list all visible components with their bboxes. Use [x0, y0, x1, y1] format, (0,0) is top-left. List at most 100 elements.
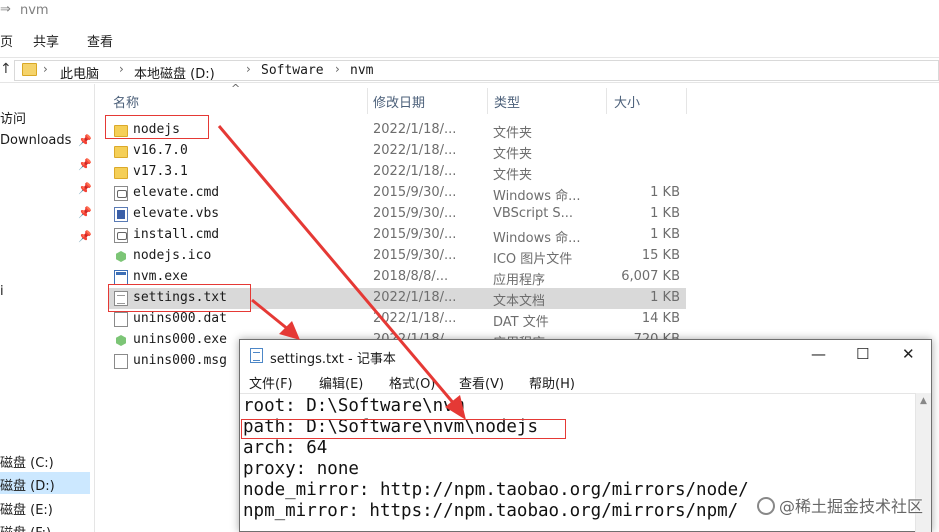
file-row[interactable]: v16.7.0 2022/1/18/... 文件夹 [108, 141, 686, 162]
file-row[interactable]: nodejs.ico 2015/9/30/... ICO 图片文件 15 KB [108, 246, 686, 267]
file-name: nodejs.ico [133, 248, 212, 263]
breadcrumb-this-pc[interactable]: 此电脑 [60, 63, 99, 82]
column-header-name[interactable]: 名称 [113, 92, 139, 114]
nav-item-drive-f[interactable]: 磁盘 (F:) [0, 522, 51, 532]
column-divider[interactable] [606, 88, 607, 114]
text-line-npm-mirror: npm_mirror: https://npm.taobao.org/mirro… [243, 501, 739, 521]
pin-icon: 📌 [78, 134, 92, 147]
menu-view[interactable]: 查看(V) [459, 373, 504, 392]
file-size: 1 KB [650, 185, 680, 200]
file-row[interactable]: v17.3.1 2022/1/18/... 文件夹 [108, 162, 686, 183]
menu-edit[interactable]: 编辑(E) [319, 373, 363, 392]
nav-item-partial[interactable]: i [0, 284, 4, 299]
nav-item-drive-e[interactable]: 磁盘 (E:) [0, 499, 53, 518]
up-arrow-icon[interactable]: ↑ [0, 61, 12, 77]
file-name: unins000.dat [133, 311, 227, 326]
scroll-up-icon[interactable]: ▲ [920, 396, 927, 406]
column-header-date[interactable]: 修改日期 [373, 92, 425, 114]
sort-ascending-icon: ^ [231, 82, 241, 95]
notepad-icon [250, 348, 263, 363]
pin-icon: 📌 [78, 182, 92, 195]
annotation-box-path-line [241, 419, 566, 439]
file-name: nvm.exe [133, 269, 188, 284]
text-line-root: root: D:\Software\nvm [243, 396, 465, 416]
file-icon [114, 354, 128, 369]
file-date: 2015/9/30/... [373, 248, 457, 263]
pin-icon: 📌 [78, 158, 92, 171]
file-name: elevate.cmd [133, 185, 220, 200]
chevron-right-icon[interactable]: › [119, 62, 124, 76]
file-date: 2018/8/8/... [373, 269, 449, 284]
file-type: 文件夹 [493, 168, 533, 183]
file-row[interactable]: elevate.cmd 2015/9/30/... Windows 命... 1 KB [108, 183, 686, 204]
nav-item-quick-access[interactable]: 访问 [0, 108, 26, 127]
annotation-box-nodejs [105, 115, 209, 139]
nav-item-drive-d[interactable]: 磁盘 (D:) [0, 475, 55, 494]
file-date: 2022/1/18/... [373, 311, 457, 326]
column-divider[interactable] [367, 88, 368, 114]
chevron-right-icon[interactable]: › [335, 62, 340, 76]
notepad-title: settings.txt - 记事本 [270, 352, 396, 367]
cmd-icon [114, 186, 128, 201]
folder-icon [114, 146, 128, 158]
menu-help[interactable]: 帮助(H) [529, 373, 575, 392]
menu-file[interactable]: 文件(F) [249, 373, 293, 392]
explorer-titlebar: ⇒ nvm [0, 0, 939, 24]
exe-icon [114, 270, 128, 285]
file-type: 文件夹 [493, 147, 533, 162]
vbs-icon [114, 207, 128, 222]
ribbon-tab-view[interactable]: 查看 [87, 31, 113, 50]
pin-icon: 📌 [78, 230, 92, 243]
titlebar-app-icon: ⇒ [0, 2, 11, 17]
column-header-type[interactable]: 类型 [494, 92, 520, 114]
column-divider[interactable] [487, 88, 488, 114]
file-date: 2015/9/30/... [373, 227, 457, 242]
cmd-icon [114, 228, 128, 243]
breadcrumb-software[interactable]: Software [261, 63, 324, 78]
column-divider[interactable] [686, 88, 687, 114]
file-type: 文件夹 [493, 126, 533, 141]
watermark-text: @稀土掘金技术社区 [778, 497, 923, 516]
maximize-icon[interactable]: ☐ [856, 345, 869, 363]
text-line-proxy: proxy: none [243, 459, 359, 479]
file-size: 1 KB [650, 290, 680, 305]
file-row[interactable]: unins000.dat 2022/1/18/... DAT 文件 14 KB [108, 309, 686, 330]
file-date: 2022/1/18/... [373, 290, 457, 305]
annotation-box-settings [108, 284, 251, 312]
ribbon-tab-page[interactable]: 页 [0, 31, 13, 50]
chevron-right-icon[interactable]: › [246, 62, 251, 76]
ribbon-tab-share[interactable]: 共享 [33, 31, 59, 50]
folder-icon [22, 63, 37, 76]
file-size: 1 KB [650, 206, 680, 221]
ico-icon [114, 333, 128, 348]
file-type: Windows 命... [493, 231, 581, 246]
file-name: v16.7.0 [133, 143, 188, 158]
address-bar: ↑ › 此电脑 › 本地磁盘 (D:) › Software › nvm [0, 57, 939, 83]
column-header-size[interactable]: 大小 [614, 92, 640, 114]
notepad-menubar: 文件(F) 编辑(E) 格式(O) 查看(V) 帮助(H) [240, 370, 931, 392]
file-name: unins000.msg [133, 353, 227, 368]
close-icon[interactable]: ✕ [902, 345, 915, 363]
file-icon [114, 312, 128, 327]
breadcrumb-drive-d[interactable]: 本地磁盘 (D:) [134, 63, 215, 82]
file-row[interactable]: install.cmd 2015/9/30/... Windows 命... 1 KB [108, 225, 686, 246]
breadcrumb-nvm[interactable]: nvm [350, 63, 373, 78]
file-type: VBScript S... [493, 206, 574, 221]
file-row[interactable]: elevate.vbs 2015/9/30/... VBScript S... 1 K… [108, 204, 686, 225]
ico-icon [114, 249, 128, 264]
file-type: 文本文档 [493, 294, 546, 309]
menu-format[interactable]: 格式(O) [389, 373, 435, 392]
folder-icon [114, 167, 128, 179]
text-line-arch: arch: 64 [243, 438, 328, 458]
file-size: 1 KB [650, 227, 680, 242]
file-date: 2022/1/18/... [373, 143, 457, 158]
nav-item-downloads[interactable]: Downloads [0, 133, 71, 148]
chevron-right-icon[interactable]: › [43, 62, 48, 76]
notepad-titlebar[interactable]: settings.txt - 记事本 — ☐ ✕ [240, 340, 931, 370]
nav-item-drive-c[interactable]: 磁盘 (C:) [0, 452, 54, 471]
minimize-icon[interactable]: — [811, 345, 826, 363]
watermark: @稀土掘金技术社区 [756, 493, 923, 517]
file-size: 15 KB [641, 248, 680, 263]
file-date: 2022/1/18/... [373, 122, 457, 137]
file-type: DAT 文件 [493, 315, 549, 330]
